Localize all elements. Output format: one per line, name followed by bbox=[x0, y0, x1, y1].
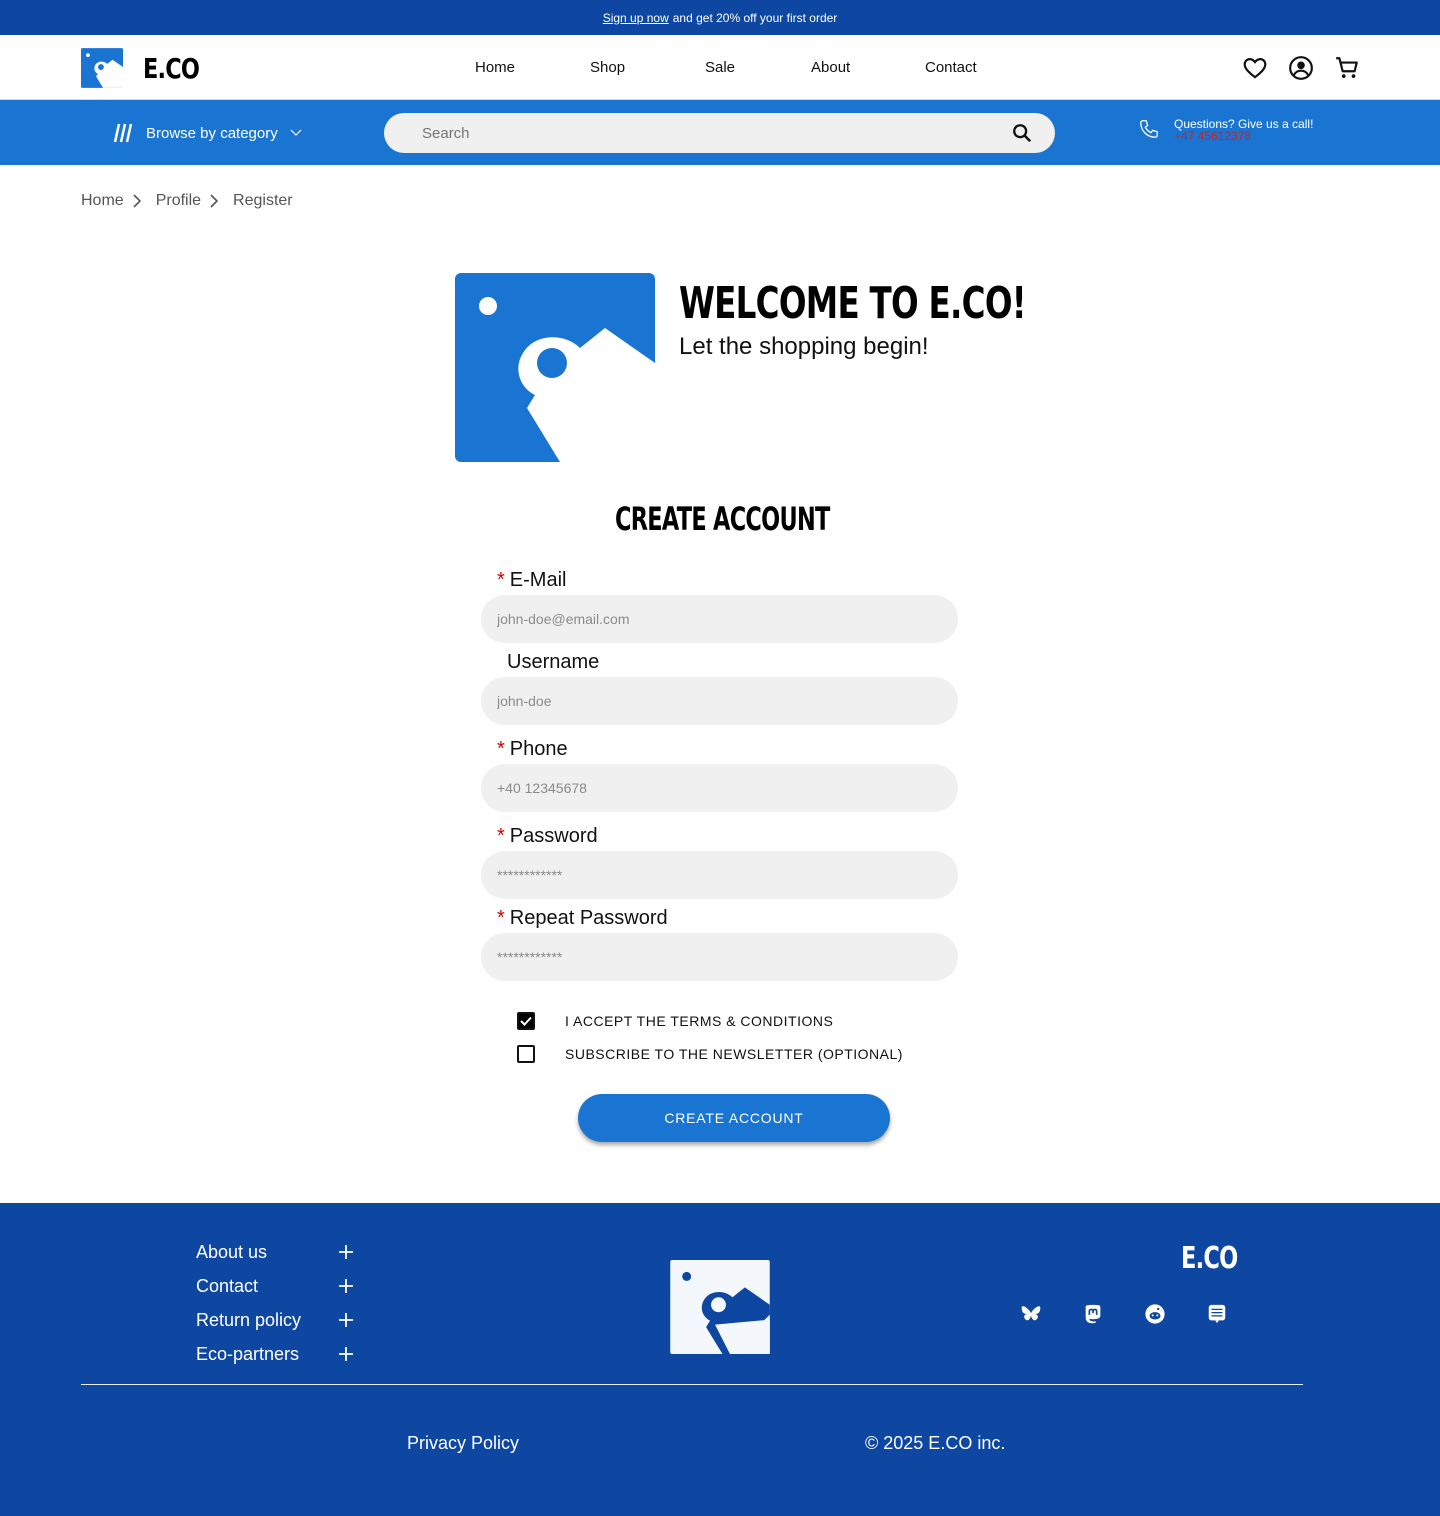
breadcrumb-profile[interactable]: Profile bbox=[156, 192, 201, 210]
plus-icon bbox=[339, 1347, 353, 1361]
header: E.CO Home Shop Sale About Contact bbox=[0, 35, 1440, 100]
footer-link-label: Return policy bbox=[196, 1309, 302, 1330]
promo-bar: Sign up now and get 20% off your first o… bbox=[0, 0, 1440, 35]
browse-label: Browse by category bbox=[146, 124, 278, 142]
footer-link-label: Contact bbox=[196, 1275, 259, 1296]
repeat-password-field[interactable] bbox=[481, 933, 958, 981]
form-title: CREATE ACCOUNT bbox=[614, 500, 830, 538]
create-account-button[interactable]: CREATE ACCOUNT bbox=[578, 1094, 890, 1142]
footer-divider bbox=[81, 1384, 1303, 1385]
breadcrumb: Home Profile Register bbox=[81, 192, 293, 210]
cart-icon[interactable] bbox=[1334, 55, 1360, 81]
terms-checkbox[interactable] bbox=[517, 1012, 535, 1030]
bluesky-icon[interactable] bbox=[1020, 1303, 1042, 1325]
username-field[interactable] bbox=[481, 677, 958, 725]
footer-logo-icon bbox=[670, 1260, 770, 1354]
email-field[interactable] bbox=[481, 595, 958, 643]
footer: About us Contact Return policy Eco-partn… bbox=[0, 1203, 1440, 1516]
logo-icon bbox=[81, 48, 123, 88]
footer-brand: E.CO bbox=[1181, 1241, 1238, 1276]
repeat-password-label: * Repeat Password bbox=[497, 907, 668, 929]
chevron-right-icon bbox=[133, 194, 141, 208]
browse-category-button[interactable]: Browse by category bbox=[112, 122, 302, 144]
nav-shop[interactable]: Shop bbox=[590, 59, 625, 76]
welcome-logo-icon bbox=[455, 273, 655, 462]
newsletter-label: SUBSCRIBE TO THE NEWSLETTER (OPTIONAL) bbox=[565, 1046, 903, 1062]
nav-contact[interactable]: Contact bbox=[925, 59, 977, 76]
newsletter-checkbox-row: SUBSCRIBE TO THE NEWSLETTER (OPTIONAL) bbox=[517, 1045, 903, 1063]
chevron-right-icon bbox=[210, 194, 219, 208]
newsletter-checkbox[interactable] bbox=[517, 1045, 535, 1063]
call-info: Questions? Give us a call! +47 45612378 bbox=[1138, 118, 1313, 142]
reddit-icon[interactable] bbox=[1144, 1303, 1166, 1325]
signup-link[interactable]: Sign up now bbox=[603, 11, 669, 25]
footer-about-us[interactable]: About us bbox=[196, 1235, 354, 1269]
check-icon bbox=[520, 1016, 532, 1026]
breadcrumb-home[interactable]: Home bbox=[81, 192, 124, 210]
phone-field[interactable] bbox=[481, 764, 958, 812]
plus-icon bbox=[339, 1245, 353, 1259]
search-bar-section: Browse by category Questions? Give us a … bbox=[0, 100, 1440, 165]
footer-link-label: Eco-partners bbox=[196, 1343, 300, 1364]
search-input[interactable] bbox=[422, 124, 1011, 142]
welcome-title: WELCOME TO E.CO! bbox=[679, 278, 1027, 329]
heart-icon[interactable] bbox=[1242, 55, 1268, 81]
password-label: * Password bbox=[497, 825, 598, 847]
chevron-down-icon bbox=[290, 129, 302, 136]
nav-about[interactable]: About bbox=[811, 59, 850, 76]
nav-sale[interactable]: Sale bbox=[705, 59, 735, 76]
logo[interactable]: E.CO bbox=[81, 47, 213, 89]
welcome-subtitle: Let the shopping begin! bbox=[679, 333, 929, 360]
plus-icon bbox=[339, 1313, 353, 1327]
search-icon[interactable] bbox=[1011, 122, 1033, 144]
breadcrumb-register: Register bbox=[233, 192, 293, 209]
nav-home[interactable]: Home bbox=[475, 59, 515, 76]
copyright: © 2025 E.CO inc. bbox=[865, 1433, 1006, 1453]
email-label: * E-Mail bbox=[497, 569, 567, 591]
terms-checkbox-row: I ACCEPT THE TERMS & CONDITIONS bbox=[517, 1012, 833, 1030]
category-icon bbox=[113, 123, 133, 143]
username-label: Username bbox=[507, 651, 600, 673]
plus-icon bbox=[339, 1279, 353, 1293]
footer-return-policy[interactable]: Return policy bbox=[196, 1303, 354, 1337]
account-icon[interactable] bbox=[1288, 55, 1314, 81]
phone-label: * Phone bbox=[497, 738, 568, 760]
mastodon-icon[interactable] bbox=[1082, 1303, 1104, 1325]
privacy-policy-link[interactable]: Privacy Policy bbox=[407, 1433, 519, 1454]
call-phone[interactable]: +47 45612378 bbox=[1174, 130, 1313, 142]
terms-label: I ACCEPT THE TERMS & CONDITIONS bbox=[565, 1013, 834, 1029]
footer-eco-partners[interactable]: Eco-partners bbox=[196, 1337, 354, 1371]
footer-link-label: About us bbox=[196, 1241, 268, 1262]
brand-name: E.CO bbox=[143, 51, 200, 85]
footer-contact[interactable]: Contact bbox=[196, 1269, 354, 1303]
password-field[interactable] bbox=[481, 851, 958, 899]
phone-icon bbox=[1140, 120, 1158, 138]
social-links bbox=[1020, 1303, 1228, 1325]
promo-text: and get 20% off your first order bbox=[672, 10, 838, 25]
search-box bbox=[384, 113, 1055, 153]
footer-links: About us Contact Return policy Eco-partn… bbox=[196, 1235, 354, 1371]
header-actions bbox=[1242, 55, 1360, 81]
lemmy-icon[interactable] bbox=[1206, 1303, 1228, 1325]
